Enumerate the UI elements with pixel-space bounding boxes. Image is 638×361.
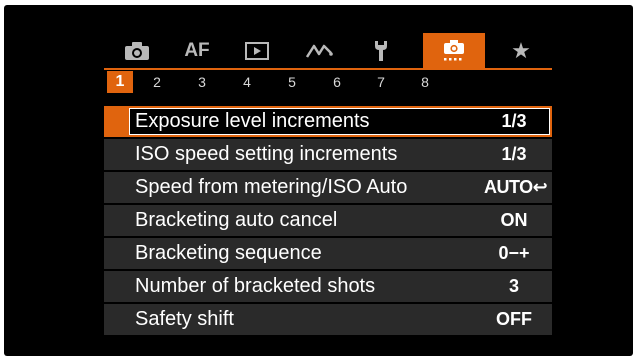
af-icon: AF bbox=[184, 40, 210, 61]
menu-item-exposure-level-increments[interactable]: Exposure level increments 1/3 bbox=[104, 106, 552, 137]
menu-item-value: 1/3 bbox=[501, 144, 527, 164]
custom-functions-icon bbox=[444, 40, 464, 61]
menu-item-iso-speed-setting-increments[interactable]: ISO speed setting increments 1/3 bbox=[104, 139, 552, 170]
camera-icon bbox=[125, 42, 149, 60]
menu-item-speed-from-metering-iso-auto[interactable]: Speed from metering/ISO Auto AUTO↩ bbox=[104, 172, 552, 203]
menu-item-safety-shift[interactable]: Safety shift OFF bbox=[104, 304, 552, 335]
page-5[interactable]: 5 bbox=[281, 71, 303, 93]
menu-list: Exposure level increments 1/3 ISO speed … bbox=[104, 106, 552, 337]
tab-playback[interactable] bbox=[228, 33, 286, 69]
menu-item-label: ISO speed setting increments bbox=[135, 143, 398, 165]
page-number-row: 1 2 3 4 5 6 7 8 bbox=[104, 71, 552, 93]
page-6[interactable]: 6 bbox=[326, 71, 348, 93]
tab-af[interactable]: AF bbox=[170, 33, 224, 69]
playback-icon bbox=[245, 42, 269, 60]
menu-tab-bar: AF ★ bbox=[104, 33, 552, 69]
page-4[interactable]: 4 bbox=[236, 71, 258, 93]
page-2[interactable]: 2 bbox=[146, 71, 168, 93]
menu-item-bracketing-auto-cancel[interactable]: Bracketing auto cancel ON bbox=[104, 205, 552, 236]
menu-item-bracketing-sequence[interactable]: Bracketing sequence 0−+ bbox=[104, 238, 552, 269]
menu-item-number-of-bracketed-shots[interactable]: Number of bracketed shots 3 bbox=[104, 271, 552, 302]
tab-setup[interactable] bbox=[352, 33, 410, 69]
menu-item-label: Exposure level increments bbox=[135, 110, 370, 132]
menu-item-value: 3 bbox=[508, 276, 519, 296]
star-icon: ★ bbox=[511, 38, 531, 63]
tab-wireless[interactable] bbox=[290, 33, 348, 69]
tab-custom-functions[interactable] bbox=[423, 33, 485, 69]
menu-item-value: 1/3 bbox=[501, 111, 527, 131]
page-1[interactable]: 1 bbox=[107, 71, 133, 93]
wireless-icon bbox=[305, 44, 333, 58]
menu-item-label: Safety shift bbox=[135, 308, 234, 330]
camera-menu-screen: AF ★ 1 2 3 4 5 6 7 8 Exposure level incr… bbox=[4, 5, 633, 356]
tab-shooting[interactable] bbox=[108, 33, 166, 69]
menu-item-label: Number of bracketed shots bbox=[135, 275, 376, 297]
page-8[interactable]: 8 bbox=[414, 71, 436, 93]
menu-item-value: OFF bbox=[496, 309, 532, 329]
wrench-icon bbox=[375, 41, 387, 61]
menu-item-value: 0−+ bbox=[498, 243, 530, 263]
menu-item-label: Bracketing sequence bbox=[135, 242, 322, 264]
menu-item-label: Speed from metering/ISO Auto bbox=[135, 176, 408, 198]
tab-my-menu[interactable]: ★ bbox=[496, 33, 546, 69]
menu-item-label: Bracketing auto cancel bbox=[135, 209, 338, 231]
page-7[interactable]: 7 bbox=[370, 71, 392, 93]
tab-underline bbox=[104, 68, 552, 70]
menu-item-value: ON bbox=[500, 210, 528, 230]
page-3[interactable]: 3 bbox=[191, 71, 213, 93]
menu-item-value: AUTO↩ bbox=[484, 177, 548, 197]
